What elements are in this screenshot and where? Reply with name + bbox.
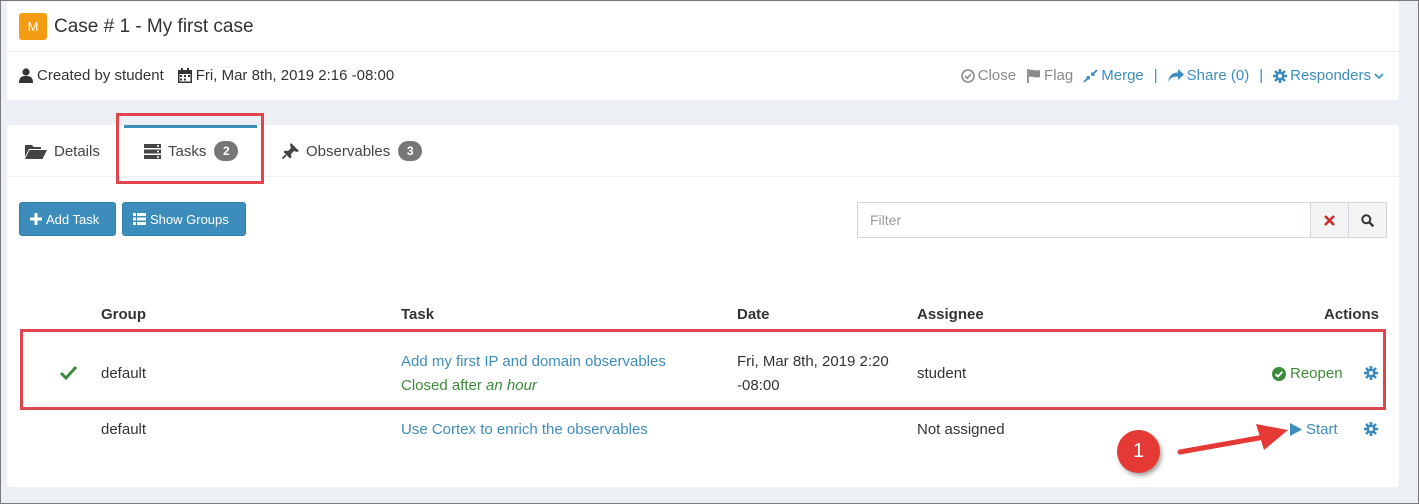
add-task-button[interactable]: Add Task [19,202,116,236]
tab-bar: Details Tasks 2 Observables 3 [7,125,1399,177]
chevron-down-icon [1374,72,1384,79]
close-label: Close [977,67,1017,84]
row-assignee: student [917,365,967,382]
header-actions: Actions [1323,306,1379,323]
share-button[interactable]: Share (0) [1167,67,1250,84]
flag-label: Flag [1044,67,1074,84]
start-button[interactable]: Start [1290,421,1338,438]
gear-icon [1273,68,1288,83]
user-icon [19,68,33,83]
share-icon [1167,68,1184,82]
row-group: default [101,421,147,438]
case-date-text: Fri, Mar 8th, 2019 2:16 -08:00 [195,67,395,84]
gear-icon[interactable] [1364,366,1378,380]
row-group: default [101,365,147,382]
separator: | [1259,67,1264,84]
plus-icon [30,213,42,225]
start-label: Start [1306,421,1338,438]
observables-count-badge: 3 [398,141,423,161]
tab-observables-label: Observables [306,142,391,160]
tab-details-label: Details [54,142,100,160]
separator: | [1153,67,1158,84]
row-date-line1: Fri, Mar 8th, 2019 2:20 [737,353,889,370]
compress-icon [1083,68,1098,83]
responders-label: Responders [1290,67,1371,84]
folder-open-icon [25,144,47,159]
tab-observables[interactable]: Observables 3 [282,125,423,177]
tab-tasks-label: Tasks [168,142,207,160]
gear-icon[interactable] [1364,422,1378,436]
tasks-icon [144,143,161,159]
header-assignee: Assignee [917,306,984,323]
search-icon [1361,213,1374,227]
calendar-icon [177,68,192,83]
created-by: Created by student [19,67,164,84]
tab-tasks[interactable]: Tasks 2 [144,125,239,177]
annotation-arrow-icon [1177,424,1288,455]
task-toolbar: Add Task Show Groups [19,202,1387,238]
show-groups-label: Show Groups [150,211,229,227]
reopen-label: Reopen [1290,365,1343,382]
filter-group [857,202,1387,238]
case-meta-row: Created by student Fri, Mar 8th, 2019 2:… [7,52,1399,99]
responders-dropdown[interactable]: Responders [1273,67,1387,84]
row-date-line2: -08:00 [737,377,780,394]
annotation-number: 1 [1117,430,1160,473]
flag-icon [1027,68,1041,83]
case-title: Case # 1 - My first case [54,15,254,37]
created-by-text: Created by student [37,67,164,84]
thumbtack-icon [282,143,299,159]
close-icon [1324,214,1335,226]
closed-prefix: Closed after [401,377,482,394]
close-button[interactable]: Close [960,67,1017,84]
check-icon [60,365,77,380]
check-circle-icon [960,68,975,83]
row-assignee: Not assigned [917,421,1005,438]
header-date: Date [737,306,770,323]
case-logo: M [19,13,47,40]
closed-duration: an hour [486,377,537,394]
case-title-row: M Case # 1 - My first case [7,2,1399,52]
search-button[interactable] [1348,203,1386,237]
case-actions: Close Flag Merge | Share (0) | Responder… [951,67,1399,84]
case-header-panel: M Case # 1 - My first case Created by st… [7,2,1399,100]
case-date: Fri, Mar 8th, 2019 2:16 -08:00 [177,67,395,84]
reopen-button[interactable]: Reopen [1272,365,1343,382]
list-icon [133,213,146,225]
clear-filter-button[interactable] [1310,203,1348,237]
header-task: Task [401,306,435,323]
filter-input[interactable] [858,203,1310,237]
task-closed-note: Closed after an hour [401,377,537,394]
header-group: Group [101,306,146,323]
check-circle-icon [1272,366,1286,381]
tab-details[interactable]: Details [25,125,100,177]
tasks-count-badge: 2 [214,141,239,161]
merge-label: Merge [1101,67,1144,84]
flag-button[interactable]: Flag [1026,67,1073,84]
task-link[interactable]: Add my first IP and domain observables [401,353,666,370]
task-link[interactable]: Use Cortex to enrich the observables [401,421,648,438]
show-groups-button[interactable]: Show Groups [122,202,246,236]
add-task-label: Add Task [46,211,100,227]
share-label: Share (0) [1186,67,1250,84]
merge-button[interactable]: Merge [1083,67,1144,84]
